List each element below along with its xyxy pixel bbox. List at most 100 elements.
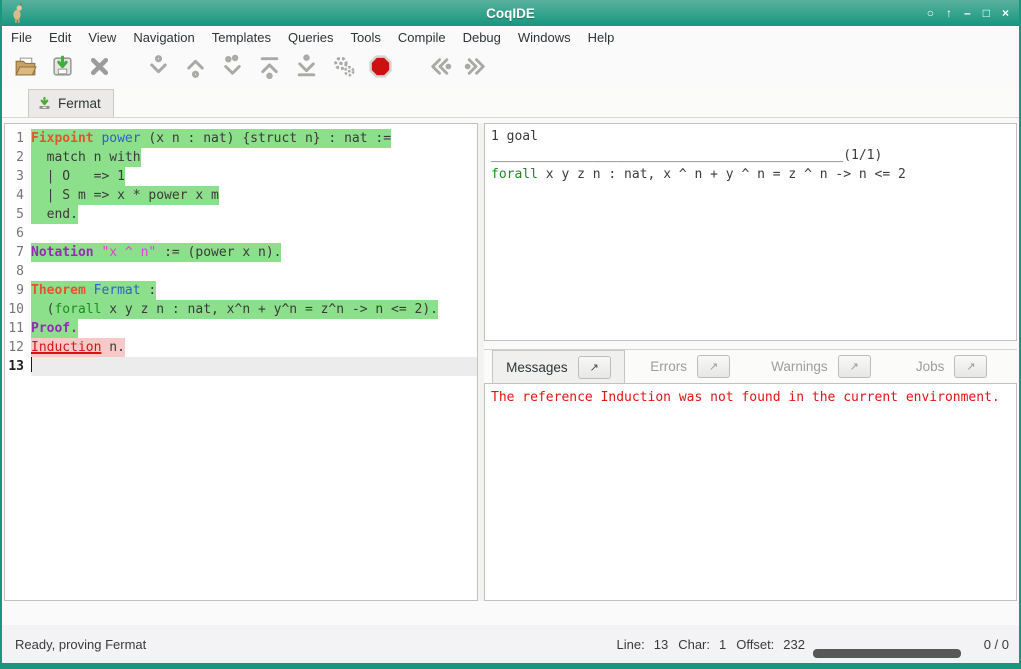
menu-tools[interactable]: Tools bbox=[351, 30, 381, 45]
editor-line-5[interactable]: 5 end. bbox=[5, 205, 477, 224]
messages-panel[interactable]: The reference Induction was not found in… bbox=[484, 383, 1017, 601]
offset-label: Offset: bbox=[736, 637, 774, 652]
line-number: 10 bbox=[5, 300, 31, 319]
editor-line-6[interactable]: 6 bbox=[5, 224, 477, 243]
menu-help[interactable]: Help bbox=[588, 30, 615, 45]
tab-label: Jobs bbox=[916, 359, 945, 374]
chevron-up-icon bbox=[183, 54, 208, 84]
editor-line-11[interactable]: 11Proof. bbox=[5, 319, 477, 338]
tab-fermat[interactable]: Fermat bbox=[28, 89, 114, 117]
minimize-button[interactable]: – bbox=[964, 7, 971, 19]
tab-messages[interactable]: Messages ↗ bbox=[492, 350, 625, 383]
interrupt-button[interactable] bbox=[367, 56, 393, 82]
line-number: 5 bbox=[5, 205, 31, 224]
line-text: | S m => x * power x m bbox=[31, 186, 219, 205]
tab-warnings[interactable]: Warnings ↗ bbox=[756, 350, 887, 383]
next-occurrence-button[interactable] bbox=[463, 56, 489, 82]
detach-button[interactable]: ↗ bbox=[578, 356, 611, 379]
toolbar bbox=[2, 48, 1019, 89]
tab-label: Warnings bbox=[771, 359, 828, 374]
forward-one-step-button[interactable] bbox=[145, 56, 171, 82]
chevron-down-dots-icon bbox=[220, 54, 245, 84]
bottom-gap bbox=[2, 601, 1019, 625]
menu-windows[interactable]: Windows bbox=[518, 30, 571, 45]
line-number: 3 bbox=[5, 167, 31, 186]
menu-queries[interactable]: Queries bbox=[288, 30, 334, 45]
line-number: 1 bbox=[5, 129, 31, 148]
editor-line-4[interactable]: 4 | S m => x * power x m bbox=[5, 186, 477, 205]
menu-templates[interactable]: Templates bbox=[212, 30, 271, 45]
line-text: match n with bbox=[31, 148, 141, 167]
line-text bbox=[31, 357, 477, 376]
line-number: 13 bbox=[5, 357, 31, 376]
editor-line-9[interactable]: 9Theorem Fermat : bbox=[5, 281, 477, 300]
editor-line-1[interactable]: 1Fixpoint power (x n : nat) {struct n} :… bbox=[5, 129, 477, 148]
backward-one-step-button[interactable] bbox=[182, 56, 208, 82]
previous-occurrence-button[interactable] bbox=[426, 56, 452, 82]
detach-arrow-icon: ↗ bbox=[709, 360, 718, 373]
detach-button[interactable]: ↗ bbox=[697, 355, 730, 378]
restart-button[interactable] bbox=[256, 56, 282, 82]
char-value: 1 bbox=[719, 637, 726, 652]
tab-errors[interactable]: Errors ↗ bbox=[625, 350, 756, 383]
tab-jobs[interactable]: Jobs ↗ bbox=[886, 350, 1017, 383]
goal-line-3: forall x y z n : nat, x ^ n + y ^ n = z … bbox=[491, 165, 1010, 184]
chevron-down-bottom-icon bbox=[294, 54, 319, 84]
detach-button[interactable]: ↗ bbox=[838, 355, 871, 378]
editor-line-8[interactable]: 8 bbox=[5, 262, 477, 281]
menu-compile[interactable]: Compile bbox=[398, 30, 446, 45]
line-text: Induction n. bbox=[31, 338, 125, 357]
line-text: Fixpoint power (x n : nat) {struct n} : … bbox=[31, 129, 391, 148]
window-controls: ○ ↑–□ × bbox=[927, 7, 1019, 19]
editor-line-7[interactable]: 7Notation "x ^ n" := (power x n). bbox=[5, 243, 477, 262]
menubar: File Edit View Navigation Templates Queries To… bbox=[2, 26, 1019, 48]
progress-bar bbox=[813, 649, 961, 658]
close-button[interactable]: × bbox=[1002, 7, 1009, 19]
open-button[interactable] bbox=[12, 56, 38, 82]
saved-state-icon bbox=[37, 96, 52, 111]
text-cursor bbox=[31, 357, 32, 372]
line-number: 9 bbox=[5, 281, 31, 300]
caret-position: Line: 13 Char: 1 Offset: 232 0 / 0 bbox=[617, 637, 1009, 652]
editor-line-10[interactable]: 10 (forall x y z n : nat, x^n + y^n = z^… bbox=[5, 300, 477, 319]
close-document-button[interactable] bbox=[86, 56, 112, 82]
editor-line-3[interactable]: 3 | O => 1 bbox=[5, 167, 477, 186]
detach-arrow-icon: ↗ bbox=[590, 361, 599, 374]
detach-arrow-icon: ↗ bbox=[966, 360, 975, 373]
tab-label: Messages bbox=[506, 360, 568, 375]
menu-navigation[interactable]: Navigation bbox=[133, 30, 194, 45]
line-text: (forall x y z n : nat, x^n + y^n = z^n -… bbox=[31, 300, 438, 319]
detach-arrow-icon: ↗ bbox=[850, 360, 859, 373]
menu-view[interactable]: View bbox=[88, 30, 116, 45]
job-count: 0 / 0 bbox=[975, 637, 1009, 652]
horizontal-splitter[interactable] bbox=[484, 341, 1017, 349]
save-button[interactable] bbox=[49, 56, 75, 82]
maximize-button[interactable]: □ bbox=[983, 7, 990, 19]
detach-button[interactable]: ↗ bbox=[954, 355, 987, 378]
menu-debug[interactable]: Debug bbox=[463, 30, 501, 45]
line-text: Proof. bbox=[31, 319, 78, 338]
go-to-cursor-button[interactable] bbox=[219, 56, 245, 82]
go-to-end-button[interactable] bbox=[293, 56, 319, 82]
line-value: 13 bbox=[654, 637, 668, 652]
menu-file[interactable]: File bbox=[11, 30, 32, 45]
script-editor[interactable]: 1Fixpoint power (x n : nat) {struct n} :… bbox=[4, 123, 478, 601]
close-x-icon bbox=[87, 54, 112, 84]
goal-line-2: ________________________________________… bbox=[491, 146, 1010, 165]
fully-check-document-button[interactable] bbox=[330, 56, 356, 82]
titlebar[interactable]: CoqIDE ○↑–□× bbox=[2, 0, 1019, 26]
line-number: 2 bbox=[5, 148, 31, 167]
chevrons-right-icon bbox=[464, 54, 489, 84]
editor-line-2[interactable]: 2 match n with bbox=[5, 148, 477, 167]
editor-line-12[interactable]: 12Induction n. bbox=[5, 338, 477, 357]
workspace-button[interactable]: ○ bbox=[927, 7, 934, 19]
menu-edit[interactable]: Edit bbox=[49, 30, 71, 45]
keep-above-button[interactable]: ↑ bbox=[946, 7, 952, 19]
editor-line-13[interactable]: 13 bbox=[5, 357, 477, 376]
goals-panel[interactable]: 1 goal__________________________________… bbox=[484, 123, 1017, 341]
stop-icon bbox=[368, 54, 393, 84]
gears-icon bbox=[331, 54, 356, 84]
document-tab-bar: Fermat bbox=[2, 89, 1019, 118]
tab-label: Errors bbox=[650, 359, 687, 374]
console-notebook: Messages ↗ Errors ↗ Warnings ↗ Jobs ↗ The refer… bbox=[484, 349, 1017, 601]
